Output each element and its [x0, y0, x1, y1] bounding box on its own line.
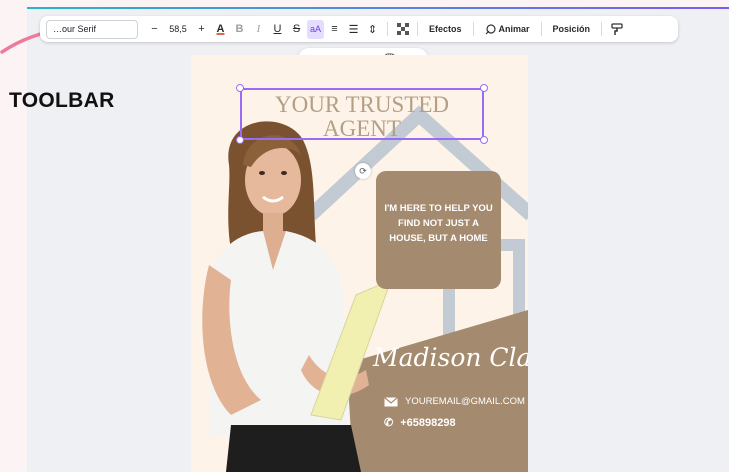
paint-format-icon[interactable]	[608, 20, 625, 39]
animate-label: Animar	[498, 24, 530, 34]
divider	[601, 22, 603, 36]
divider	[472, 22, 474, 36]
message-text: I'M HERE TO HELP YOU FIND NOT JUST A HOU…	[384, 203, 493, 244]
mail-icon	[384, 396, 398, 406]
letter-case-button[interactable]: aA	[307, 19, 325, 39]
rotate-handle-icon[interactable]: ⟳	[355, 163, 371, 179]
font-family-select[interactable]: …our Serif	[46, 19, 138, 39]
phone-icon: ✆	[384, 417, 394, 429]
resize-handle[interactable]	[236, 84, 244, 92]
font-family-label: …our Serif	[53, 24, 97, 34]
animate-icon	[485, 23, 496, 34]
headline-line-2: AGENT	[323, 116, 401, 141]
email-row[interactable]: YOUREMAIL@GMAIL.COM	[384, 396, 525, 407]
toolbar-callout-label: TOOLBAR	[9, 89, 115, 112]
decrease-size-button[interactable]: −	[146, 20, 163, 39]
design-canvas[interactable]: YOUR TRUSTED AGENT ⟳ I'M HERE TO HELP YO…	[191, 55, 528, 472]
bold-button[interactable]: B	[231, 20, 248, 39]
phone-row[interactable]: ✆ +65898298	[384, 416, 456, 430]
headline-line-1: YOUR TRUSTED	[274, 92, 449, 117]
header-accent-line	[27, 7, 729, 9]
strikethrough-button[interactable]: S	[288, 20, 305, 39]
divider	[387, 22, 389, 36]
animate-button[interactable]: Animar	[480, 20, 535, 39]
divider	[540, 22, 542, 36]
italic-button[interactable]: I	[250, 20, 267, 39]
email-text: YOUREMAIL@GMAIL.COM	[405, 396, 525, 407]
spacing-icon[interactable]: ⇕	[364, 20, 381, 39]
text-toolbar: …our Serif − 58,5 + A B I U S aA ≡ ☰ ⇕ E…	[40, 16, 678, 42]
increase-size-button[interactable]: +	[193, 20, 210, 39]
underline-button[interactable]: U	[269, 20, 286, 39]
align-icon[interactable]: ≡	[326, 20, 343, 39]
font-size-input[interactable]: 58,5	[165, 24, 191, 34]
phone-text: +65898298	[400, 416, 456, 429]
headline-text-box[interactable]: YOUR TRUSTED AGENT	[240, 88, 484, 141]
signature-text[interactable]: Madison Clark	[373, 343, 528, 372]
text-color-button[interactable]: A	[212, 20, 229, 39]
list-icon[interactable]: ☰	[345, 20, 362, 39]
resize-handle[interactable]	[480, 84, 488, 92]
divider	[417, 22, 419, 36]
message-box[interactable]: I'M HERE TO HELP YOU FIND NOT JUST A HOU…	[376, 171, 501, 289]
transparency-icon[interactable]	[394, 20, 411, 39]
resize-handle[interactable]	[236, 136, 244, 144]
resize-handle[interactable]	[480, 136, 488, 144]
effects-button[interactable]: Efectos	[424, 20, 467, 39]
position-button[interactable]: Posición	[548, 20, 596, 39]
